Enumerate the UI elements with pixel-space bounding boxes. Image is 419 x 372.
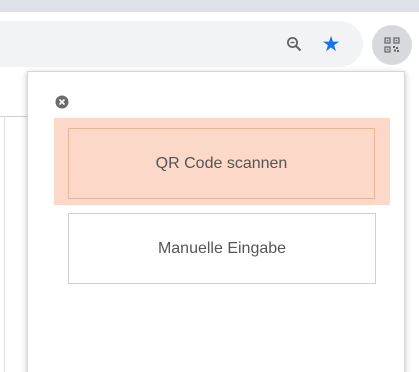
manual-entry-button[interactable]: Manuelle Eingabe [68, 213, 376, 284]
page-edge [4, 116, 5, 372]
address-bar[interactable] [0, 21, 363, 67]
screenshot: ★ QR Code scannen Manuelle Eingabe [0, 0, 419, 372]
extension-popup: QR Code scannen Manuelle Eingabe [27, 71, 405, 372]
close-icon[interactable] [55, 95, 69, 109]
qr-code-icon [384, 37, 400, 53]
zoom-icon[interactable] [286, 36, 302, 52]
bookmark-star-icon[interactable]: ★ [318, 32, 344, 58]
scan-qr-label: QR Code scannen [155, 154, 288, 172]
tab-strip [0, 0, 419, 12]
scan-qr-button[interactable]: QR Code scannen [68, 128, 375, 199]
manual-entry-label: Manuelle Eingabe [157, 239, 287, 257]
zoom-icon-svg [287, 37, 302, 52]
close-icon-svg [55, 95, 69, 109]
qr-extension-button[interactable] [372, 25, 412, 65]
